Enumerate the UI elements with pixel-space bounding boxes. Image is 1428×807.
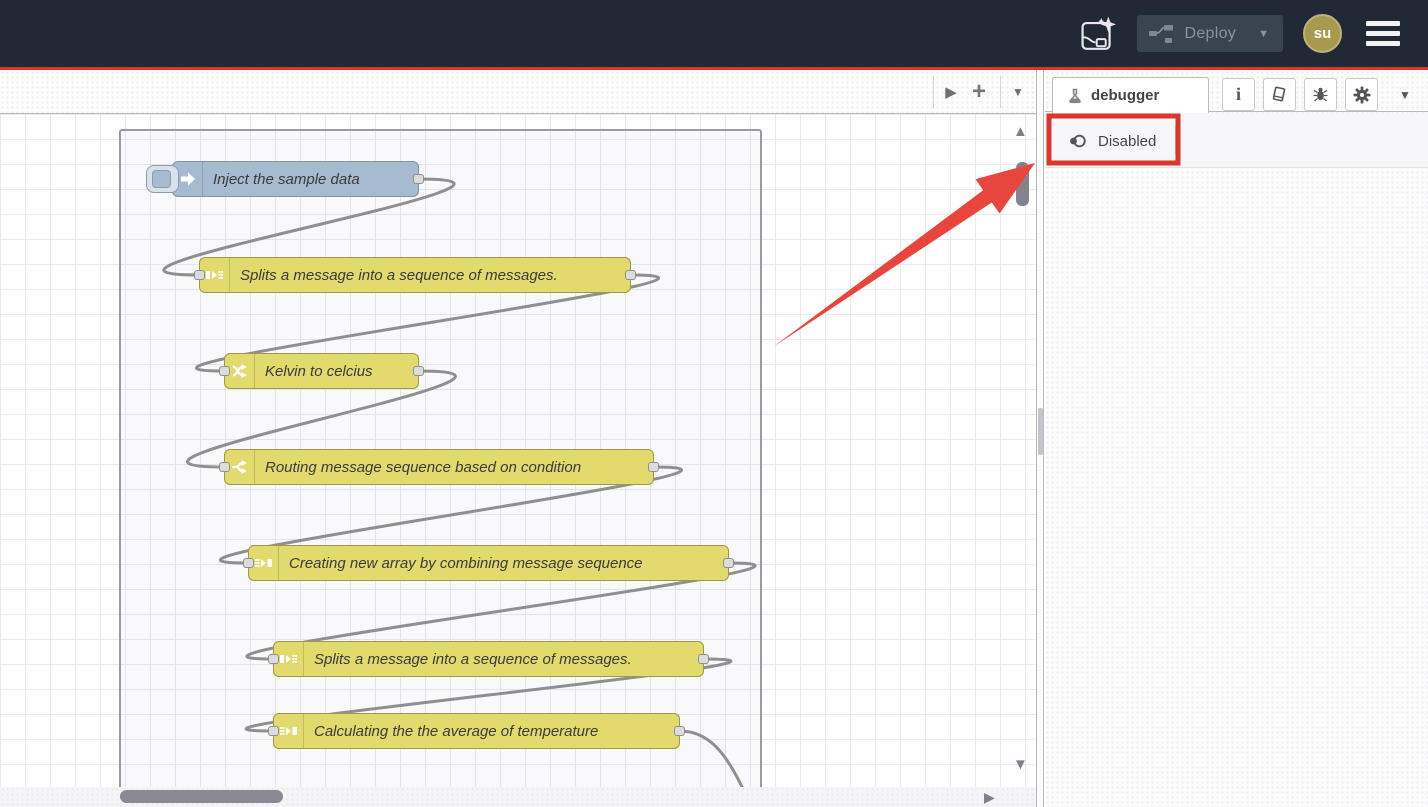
deploy-button[interactable]: Deploy ▼ [1137, 15, 1284, 52]
scroll-down-icon[interactable]: ▼ [1013, 757, 1028, 772]
list-flows-button[interactable]: ▼ [1001, 70, 1035, 114]
horizontal-scroll-thumb[interactable] [120, 790, 283, 803]
node-label: Inject the sample data [203, 171, 370, 188]
plus-icon: + [972, 78, 986, 106]
header-bar: Deploy ▼ su [0, 0, 1428, 67]
node-label: Routing message sequence based on condit… [255, 459, 591, 476]
book-icon [1271, 86, 1288, 103]
hamburger-menu-icon [1366, 21, 1400, 26]
toggle-icon [1067, 133, 1089, 149]
flow-node-split[interactable]: Splits a message into a sequence of mess… [273, 641, 704, 677]
node-output-port[interactable] [625, 270, 636, 280]
scroll-up-icon[interactable]: ▲ [1013, 124, 1028, 139]
flask-icon [1067, 88, 1083, 104]
vertical-scroll-thumb[interactable] [1016, 162, 1029, 206]
bug-button[interactable] [1304, 78, 1337, 111]
flow-node-join[interactable]: Creating new array by combining message … [248, 545, 729, 581]
node-output-port[interactable] [723, 558, 734, 568]
toolbar-divider [1175, 127, 1176, 154]
scroll-right-icon[interactable]: ▶ [984, 789, 995, 806]
docs-button[interactable] [1263, 78, 1296, 111]
flow-editor-area: ▶ + ▼ ▲ ▼ Inject the sample data Splits a… [0, 70, 1036, 807]
node-input-port[interactable] [194, 270, 205, 280]
gear-icon [1353, 86, 1371, 104]
node-input-port[interactable] [268, 654, 279, 664]
info-icon: i [1236, 84, 1241, 105]
node-label: Calculating the the average of temperatu… [304, 723, 608, 740]
node-output-port[interactable] [413, 366, 424, 376]
main-menu-button[interactable] [1362, 17, 1404, 50]
deploy-options-chevron-icon[interactable]: ▼ [1250, 28, 1277, 40]
node-label: Creating new array by combining message … [279, 555, 653, 572]
flow-node-join[interactable]: Calculating the the average of temperatu… [273, 713, 680, 749]
info-button[interactable]: i [1222, 78, 1255, 111]
user-avatar[interactable]: su [1303, 14, 1342, 53]
node-output-port[interactable] [674, 726, 685, 736]
canvas-vertical-scrollbar [1036, 70, 1044, 807]
disabled-label: Disabled [1098, 133, 1156, 150]
node-output-port[interactable] [413, 174, 424, 184]
flow-node-switch[interactable]: Routing message sequence based on condit… [224, 449, 654, 485]
tab-label: debugger [1091, 87, 1159, 104]
horizontal-scrollbar: ▶ [0, 787, 1036, 807]
sidebar-tab-strip: debugger i [1045, 70, 1428, 112]
node-label: Splits a message into a sequence of mess… [304, 651, 642, 668]
expand-chevron-button[interactable]: ▼ [1391, 78, 1419, 111]
chevron-down-icon: ▼ [1399, 88, 1411, 102]
settings-button[interactable] [1345, 78, 1378, 111]
ai-flow-icon[interactable] [1079, 15, 1117, 53]
chevron-down-icon: ▼ [1012, 85, 1024, 99]
debug-toolbar: Disabled [1045, 113, 1428, 168]
flow-node-split[interactable]: Splits a message into a sequence of mess… [199, 257, 631, 293]
add-flow-button[interactable]: + [962, 70, 996, 114]
node-input-port[interactable] [268, 726, 279, 736]
node-input-port[interactable] [219, 366, 230, 376]
flow-node-inject[interactable]: Inject the sample data [172, 161, 419, 197]
deploy-nodes-icon [1149, 24, 1175, 44]
node-label: Splits a message into a sequence of mess… [230, 267, 568, 284]
canvas-vertical-scroll-thumb[interactable] [1038, 408, 1043, 455]
node-input-port[interactable] [243, 558, 254, 568]
inject-trigger-button[interactable] [146, 165, 179, 193]
flow-tab-bar: ▶ + ▼ [0, 70, 1036, 114]
header-accent-line [0, 67, 1428, 70]
flow-node-change[interactable]: Kelvin to celcius [224, 353, 419, 389]
flow-canvas[interactable]: ▲ ▼ Inject the sample data Splits a messa… [0, 114, 1036, 787]
sidebar: debugger i [1045, 70, 1428, 807]
debug-filter-disabled-button[interactable]: Disabled [1061, 126, 1162, 156]
deploy-label: Deploy [1185, 25, 1237, 43]
bug-icon [1312, 86, 1329, 103]
play-icon: ▶ [945, 83, 957, 101]
node-output-port[interactable] [698, 654, 709, 664]
node-label: Kelvin to celcius [255, 363, 383, 380]
tab-debugger[interactable]: debugger [1052, 77, 1209, 113]
node-input-port[interactable] [219, 462, 230, 472]
avatar-initials: su [1314, 25, 1332, 42]
node-output-port[interactable] [648, 462, 659, 472]
